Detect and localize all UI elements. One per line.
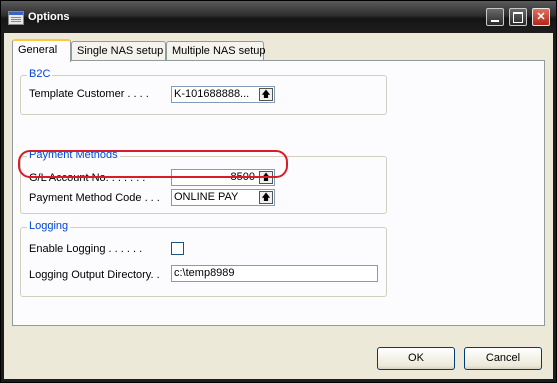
logging-output-directory-field[interactable]: c:\temp8989: [171, 265, 378, 282]
options-window: Options General Single NAS setup Multipl…: [0, 0, 557, 383]
payment-method-code-field[interactable]: ONLINE PAY 🡅: [171, 189, 275, 206]
close-icon[interactable]: [532, 8, 550, 26]
enable-logging-label: Enable Logging . . . . . .: [29, 243, 143, 255]
b2c-legend: B2C: [27, 68, 53, 80]
dialog-client-area: General Single NAS setup Multiple NAS se…: [4, 33, 553, 379]
cancel-button[interactable]: Cancel: [464, 347, 542, 370]
window-title: Options: [28, 11, 70, 23]
lookup-arrow-icon[interactable]: 🡅: [259, 88, 273, 101]
template-customer-label: Template Customer . . . .: [29, 88, 149, 100]
template-customer-value: K-101688888...: [174, 88, 250, 100]
logging-group: Logging Enable Logging . . . . . . Loggi…: [20, 220, 387, 297]
logging-output-directory-value: c:\temp8989: [174, 267, 235, 279]
title-bar[interactable]: Options: [1, 1, 556, 33]
payment-method-highlight-annotation: [18, 150, 288, 178]
lookup-arrow-icon[interactable]: 🡅: [259, 191, 273, 204]
template-customer-field[interactable]: K-101688888... 🡅: [171, 86, 275, 103]
general-tab-panel: B2C Template Customer . . . . K-10168888…: [12, 60, 545, 326]
tab-single-nas-setup[interactable]: Single NAS setup: [71, 41, 166, 60]
b2c-group: B2C Template Customer . . . . K-10168888…: [20, 68, 387, 115]
ok-button[interactable]: OK: [377, 347, 455, 370]
tab-general[interactable]: General: [12, 39, 71, 62]
payment-method-code-value: ONLINE PAY: [174, 191, 239, 203]
enable-logging-checkbox[interactable]: [171, 242, 184, 255]
logging-legend: Logging: [27, 220, 71, 232]
tab-multiple-nas-setup[interactable]: Multiple NAS setup: [166, 41, 266, 60]
table-icon: [8, 11, 24, 25]
logging-output-directory-label: Logging Output Directory. .: [29, 269, 160, 281]
payment-method-code-label: Payment Method Code . . .: [29, 192, 160, 204]
maximize-icon[interactable]: [509, 8, 527, 26]
minimize-icon[interactable]: [486, 8, 504, 26]
